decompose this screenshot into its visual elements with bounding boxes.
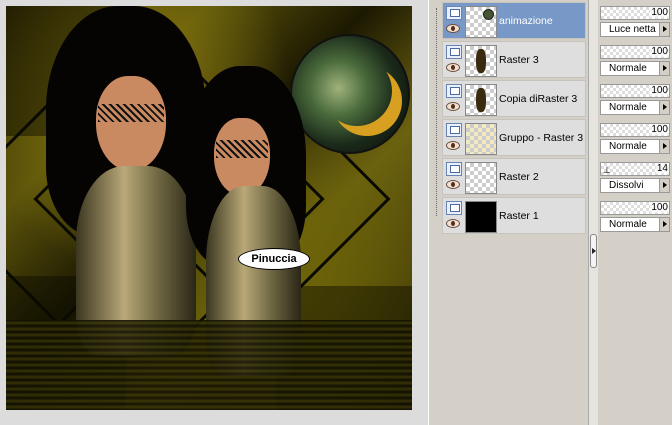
triangle-right-icon[interactable]: [659, 23, 669, 36]
blend-mode-select[interactable]: Dissolvi: [600, 178, 670, 193]
layer-props-row: ⊥ 14 Dissolvi: [598, 158, 672, 195]
blend-mode-select[interactable]: Normale: [600, 61, 670, 76]
triangle-right-icon[interactable]: [659, 62, 669, 75]
moon-globe: [290, 34, 410, 154]
opacity-slider[interactable]: 100: [600, 123, 670, 137]
scroll-thumb[interactable]: [590, 234, 597, 268]
artwork-image[interactable]: Pinuccia: [6, 6, 412, 410]
layer-row-raster-2[interactable]: Raster 2: [442, 158, 586, 195]
opacity-value: 100: [650, 202, 669, 213]
layers-panel: animazione Raster 3 Copia diRaster 3 Gru…: [436, 0, 586, 425]
layer-name: Raster 3: [499, 54, 539, 66]
opacity-slider[interactable]: 100: [600, 84, 670, 98]
blend-mode-select[interactable]: Luce netta: [600, 22, 670, 37]
blend-mode-label: Dissolvi: [609, 180, 644, 191]
layer-name: Copia diRaster 3: [499, 93, 578, 105]
raster-layer-icon: [446, 6, 462, 20]
triangle-right-icon[interactable]: [659, 179, 669, 192]
opacity-slider[interactable]: 100: [600, 201, 670, 215]
eye-icon[interactable]: [446, 141, 460, 150]
blend-mode-select[interactable]: Normale: [600, 100, 670, 115]
layer-properties-column: 100 Luce netta 100 Normale 100 Normale 1…: [598, 0, 672, 425]
triangle-right-icon[interactable]: [659, 101, 669, 114]
layer-props-row: 100 Normale: [598, 197, 672, 234]
layer-row-animazione[interactable]: animazione: [442, 2, 586, 39]
water-reflection: [6, 320, 412, 410]
layer-name: animazione: [499, 15, 553, 27]
layer-thumbnail: [465, 162, 497, 194]
raster-layer-icon: [446, 201, 462, 215]
eye-icon[interactable]: [446, 219, 460, 228]
blend-mode-select[interactable]: Normale: [600, 217, 670, 232]
layer-row-gruppo-raster-3[interactable]: Gruppo - Raster 3: [442, 119, 586, 156]
blend-mode-label: Normale: [609, 102, 647, 113]
layer-row-copia-diraster-3[interactable]: Copia diRaster 3: [442, 80, 586, 117]
layer-thumbnail: [465, 6, 497, 38]
layer-thumbnail: [465, 123, 497, 155]
opacity-value: 14: [655, 163, 669, 174]
blend-mode-select[interactable]: Normale: [600, 139, 670, 154]
layer-thumbnail: [465, 45, 497, 77]
layer-props-row: 100 Normale: [598, 41, 672, 78]
raster-layer-icon: [446, 162, 462, 176]
blend-mode-label: Luce netta: [609, 24, 656, 35]
layer-thumbnail: [465, 201, 497, 233]
raster-layer-icon: [446, 123, 462, 137]
triangle-right-icon[interactable]: [659, 140, 669, 153]
eye-icon[interactable]: [446, 24, 460, 33]
opacity-slider[interactable]: 100: [600, 45, 670, 59]
blend-mode-label: Normale: [609, 141, 647, 152]
opacity-value: 100: [650, 46, 669, 57]
blend-mode-label: Normale: [609, 219, 647, 230]
layer-row-raster-1[interactable]: Raster 1: [442, 197, 586, 234]
layer-row-raster-3[interactable]: Raster 3: [442, 41, 586, 78]
opacity-value: 100: [650, 85, 669, 96]
eye-icon[interactable]: [446, 102, 460, 111]
eye-icon[interactable]: [446, 180, 460, 189]
layer-name: Gruppo - Raster 3: [499, 132, 584, 144]
layer-name: Raster 1: [499, 210, 539, 222]
layers-list: animazione Raster 3 Copia diRaster 3 Gru…: [442, 2, 586, 236]
raster-layer-icon: [446, 45, 462, 59]
raster-layer-icon: [446, 84, 462, 98]
opacity-value: 100: [650, 7, 669, 18]
canvas-area[interactable]: Pinuccia: [0, 0, 428, 425]
opacity-slider[interactable]: ⊥ 14: [600, 162, 670, 176]
opacity-slider[interactable]: 100: [600, 6, 670, 20]
triangle-right-icon[interactable]: [659, 218, 669, 231]
opacity-value: 100: [650, 124, 669, 135]
blend-mode-label: Normale: [609, 63, 647, 74]
layer-name: Raster 2: [499, 171, 539, 183]
eye-icon[interactable]: [446, 63, 460, 72]
layer-props-row: 100 Luce netta: [598, 2, 672, 39]
group-connector: [436, 8, 440, 216]
watermark-label: Pinuccia: [238, 248, 310, 270]
slider-pointer-icon[interactable]: ⊥: [603, 165, 611, 176]
layer-thumbnail: [465, 84, 497, 116]
layer-props-row: 100 Normale: [598, 80, 672, 117]
layer-props-row: 100 Normale: [598, 119, 672, 156]
